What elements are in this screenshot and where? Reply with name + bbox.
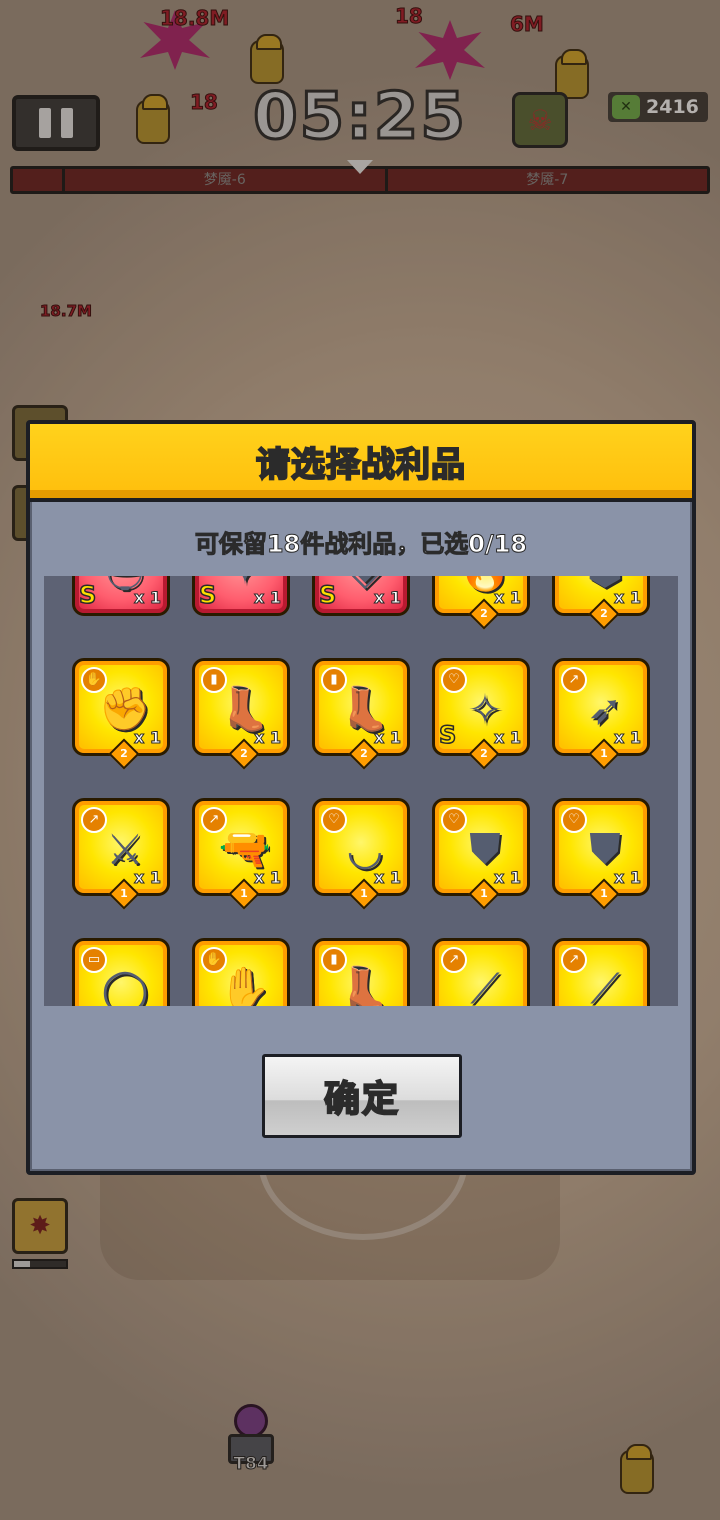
item-quantity: x 1 bbox=[253, 728, 281, 748]
item-rarity-badge: S bbox=[78, 580, 97, 610]
loot-item[interactable]: ♡ ✧ Sx 12 bbox=[432, 658, 530, 770]
loot-item[interactable]: ♡ ⛊ x 11 bbox=[432, 798, 530, 910]
item-level-value: 1 bbox=[480, 887, 488, 900]
item-quantity: x 1 bbox=[613, 588, 641, 608]
loot-item[interactable]: ⛑Sx 1 bbox=[72, 576, 170, 616]
dialog-subtitle: 可保留18件战利品，已选0/18 bbox=[194, 530, 528, 559]
item-level-value: 2 bbox=[120, 747, 128, 760]
item-quantity: x 1 bbox=[493, 728, 521, 748]
item-quantity: x 1 bbox=[613, 868, 641, 888]
dialog-header: 请选择战利品 bbox=[30, 424, 692, 502]
loot-item[interactable]: ♡ ◡ x 11 bbox=[312, 798, 410, 910]
item-level-value: 2 bbox=[240, 747, 248, 760]
item-quantity: x 1 bbox=[133, 728, 161, 748]
item-level-value: 2 bbox=[360, 747, 368, 760]
loot-row: ⛑Sx 1✦Sx 1◈Sx 1🔥x 12⬢x 12 bbox=[72, 576, 650, 630]
black-belt-icon: ◯ bbox=[101, 964, 149, 1007]
feather-glove-icon: ✋ bbox=[218, 964, 272, 1006]
loot-item[interactable]: 🔥x 12 bbox=[432, 576, 530, 630]
loot-grid-panel[interactable]: ⛑Sx 1✦Sx 1◈Sx 1🔥x 12⬢x 12✋✊x 12▮👢x 12▮👢x… bbox=[44, 576, 678, 1006]
loot-item[interactable]: ♡ ⛊ x 11 bbox=[552, 798, 650, 910]
purple-boot-icon: 👢 bbox=[338, 964, 392, 1006]
loot-row: ▭ ◯ ✋ ✋ ▮ 👢 ↗ ⟋ ↗ ⟋ bbox=[72, 938, 650, 1006]
item-quantity: x 1 bbox=[373, 868, 401, 888]
blade-icon: ⟋ bbox=[590, 964, 620, 1006]
loot-item[interactable]: ✋ ✋ bbox=[192, 938, 290, 1006]
item-quantity: x 1 bbox=[133, 588, 161, 608]
confirm-button-label: 确定 bbox=[323, 1078, 400, 1121]
loot-item[interactable]: ▮ 👢 bbox=[312, 938, 410, 1006]
loot-item[interactable]: ▮ 👢 x 12 bbox=[312, 658, 410, 770]
item-quantity: x 1 bbox=[613, 728, 641, 748]
loot-row: ↗ ⚔ x 1 1 ↗ 🔫 x 1 1 ♡ ◡ x 1 1 ♡ ⛊ x 1 1 ♡ ⛊ x 11 bbox=[72, 798, 650, 910]
item-level-value: 1 bbox=[120, 887, 128, 900]
item-quantity: x 1 bbox=[493, 868, 521, 888]
loot-row: ✋ ✊ x 1 2 ▮ 👢 x 1 2 ▮ 👢 x 1 2 ♡ ✧ Sx 1 2 ↗ ➶ x 11 bbox=[72, 658, 650, 770]
item-quantity: x 1 bbox=[373, 728, 401, 748]
item-level-value: 2 bbox=[600, 607, 608, 620]
item-quantity: x 1 bbox=[253, 868, 281, 888]
blade-icon: ⟋ bbox=[470, 964, 500, 1006]
item-rarity-badge: S bbox=[438, 720, 457, 750]
item-quantity: x 1 bbox=[253, 588, 281, 608]
item-rarity-badge: S bbox=[198, 580, 217, 610]
loot-item[interactable]: ↗ ➶ x 11 bbox=[552, 658, 650, 770]
loot-grid: ⛑Sx 1✦Sx 1◈Sx 1🔥x 12⬢x 12✋✊x 12▮👢x 12▮👢x… bbox=[72, 576, 650, 1006]
loot-item[interactable]: ↗ ⚔ x 11 bbox=[72, 798, 170, 910]
item-level-value: 1 bbox=[240, 887, 248, 900]
item-level-value: 2 bbox=[480, 747, 488, 760]
loot-item[interactable]: ✋ ✊ x 12 bbox=[72, 658, 170, 770]
confirm-button[interactable]: 确定 bbox=[262, 1054, 462, 1138]
loot-item[interactable]: ↗ 🔫 x 11 bbox=[192, 798, 290, 910]
item-level-value: 2 bbox=[480, 607, 488, 620]
loot-item[interactable]: ▭ ◯ bbox=[72, 938, 170, 1006]
item-quantity: x 1 bbox=[493, 588, 521, 608]
item-quantity: x 1 bbox=[373, 588, 401, 608]
dialog-title: 请选择战利品 bbox=[255, 444, 466, 486]
loot-item[interactable]: ▮ 👢 x 12 bbox=[192, 658, 290, 770]
loot-item[interactable]: ⬢x 12 bbox=[552, 576, 650, 630]
loot-selection-dialog: 请选择战利品 可保留18件战利品，已选0/18 ⛑Sx 1✦Sx 1◈Sx 1🔥… bbox=[26, 420, 696, 1175]
item-level-value: 1 bbox=[600, 747, 608, 760]
item-quantity: x 1 bbox=[133, 868, 161, 888]
loot-item[interactable]: ↗ ⟋ bbox=[552, 938, 650, 1006]
item-rarity-badge: S bbox=[318, 580, 337, 610]
loot-item[interactable]: ◈Sx 1 bbox=[312, 576, 410, 616]
loot-item[interactable]: ↗ ⟋ bbox=[432, 938, 530, 1006]
loot-item[interactable]: ✦Sx 1 bbox=[192, 576, 290, 616]
item-level-value: 1 bbox=[360, 887, 368, 900]
item-level-value: 1 bbox=[600, 887, 608, 900]
